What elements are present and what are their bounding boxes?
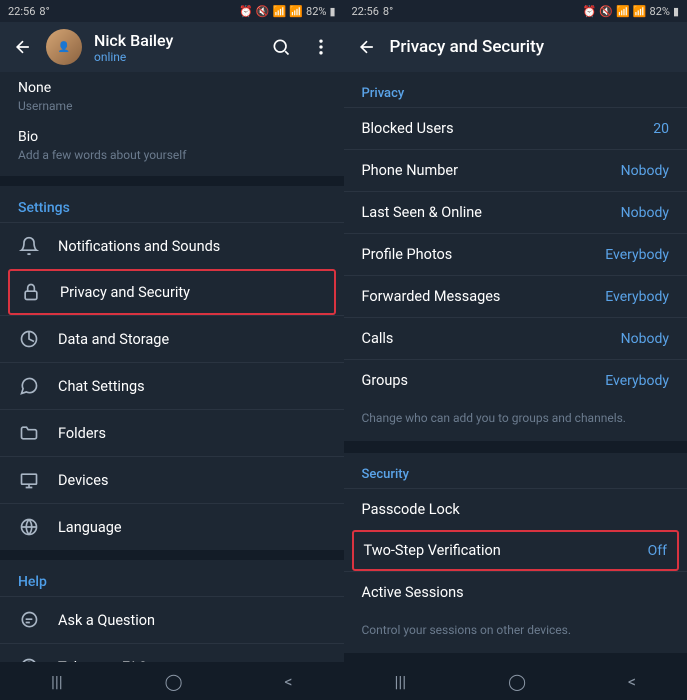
nav-back-icon[interactable]: < bbox=[628, 672, 636, 691]
back-icon[interactable] bbox=[12, 36, 34, 58]
help-item-ask[interactable]: Ask a Question bbox=[0, 596, 344, 643]
battery-icon: ▮ bbox=[329, 5, 335, 18]
section-help: Help bbox=[0, 560, 344, 596]
nav-bar: ||| ◯ < bbox=[0, 662, 344, 700]
battery-icon: ▮ bbox=[673, 5, 679, 18]
battery-pct: 82% bbox=[306, 5, 326, 18]
security-hint: Control your sessions on other devices. bbox=[344, 613, 687, 653]
settings-item-folders[interactable]: Folders bbox=[0, 409, 344, 456]
settings-item-notifications[interactable]: Notifications and Sounds bbox=[0, 222, 344, 269]
mute-icon: 🔇 bbox=[256, 5, 270, 18]
username-field[interactable]: None Username bbox=[0, 72, 344, 121]
signal-icon: 📶 bbox=[633, 5, 647, 18]
question-chat-icon bbox=[18, 609, 40, 631]
bio-field[interactable]: Bio Add a few words about yourself bbox=[0, 121, 344, 176]
nav-bar: ||| ◯ < bbox=[344, 662, 687, 700]
page-title: Privacy and Security bbox=[390, 37, 676, 57]
status-time: 22:56 bbox=[352, 5, 379, 18]
folder-icon bbox=[18, 422, 40, 444]
divider bbox=[0, 550, 344, 560]
divider bbox=[344, 653, 687, 662]
section-privacy: Privacy bbox=[344, 72, 687, 107]
alarm-icon: ⏰ bbox=[239, 5, 253, 18]
privacy-phone-number[interactable]: Phone NumberNobody bbox=[344, 149, 687, 191]
section-security: Security bbox=[344, 453, 687, 488]
chat-icon bbox=[18, 375, 40, 397]
status-time: 22:56 bbox=[8, 5, 35, 18]
status-bar: 22:56 8° ⏰ 🔇 📶 📶 82% ▮ bbox=[0, 0, 344, 22]
lock-icon bbox=[20, 281, 42, 303]
more-icon[interactable] bbox=[310, 36, 332, 58]
nav-recent-icon[interactable]: ||| bbox=[51, 672, 63, 691]
profile-status: online bbox=[94, 50, 258, 64]
nav-recent-icon[interactable]: ||| bbox=[394, 672, 406, 691]
signal-icon: 📶 bbox=[289, 5, 303, 18]
security-two-step[interactable]: Two-Step VerificationOff bbox=[352, 530, 680, 571]
avatar[interactable]: 👤 bbox=[46, 29, 82, 65]
privacy-forwarded[interactable]: Forwarded MessagesEverybody bbox=[344, 275, 687, 317]
battery-pct: 82% bbox=[650, 5, 670, 18]
data-icon bbox=[18, 328, 40, 350]
settings-item-devices[interactable]: Devices bbox=[0, 456, 344, 503]
privacy-blocked-users[interactable]: Blocked Users20 bbox=[344, 107, 687, 149]
privacy-profile-photos[interactable]: Profile PhotosEverybody bbox=[344, 233, 687, 275]
status-temp: 8° bbox=[39, 5, 49, 18]
wifi-icon: 📶 bbox=[273, 5, 287, 18]
profile-name: Nick Bailey bbox=[94, 31, 258, 50]
back-icon[interactable] bbox=[356, 36, 378, 58]
mute-icon: 🔇 bbox=[599, 5, 613, 18]
nav-back-icon[interactable]: < bbox=[284, 672, 292, 691]
privacy-hint: Change who can add you to groups and cha… bbox=[344, 401, 687, 441]
nav-home-icon[interactable]: ◯ bbox=[508, 672, 526, 691]
nav-home-icon[interactable]: ◯ bbox=[165, 672, 183, 691]
profile-header: 👤 Nick Bailey online bbox=[0, 22, 344, 72]
bell-icon bbox=[18, 235, 40, 257]
settings-item-data[interactable]: Data and Storage bbox=[0, 315, 344, 362]
security-active-sessions[interactable]: Active Sessions bbox=[344, 571, 687, 613]
alarm-icon: ⏰ bbox=[583, 5, 597, 18]
settings-item-privacy[interactable]: Privacy and Security bbox=[8, 269, 336, 315]
wifi-icon: 📶 bbox=[616, 5, 630, 18]
privacy-groups[interactable]: GroupsEverybody bbox=[344, 359, 687, 401]
privacy-calls[interactable]: CallsNobody bbox=[344, 317, 687, 359]
privacy-last-seen[interactable]: Last Seen & OnlineNobody bbox=[344, 191, 687, 233]
divider bbox=[0, 176, 344, 186]
status-temp: 8° bbox=[383, 5, 393, 18]
settings-item-chat[interactable]: Chat Settings bbox=[0, 362, 344, 409]
globe-icon bbox=[18, 516, 40, 538]
section-settings: Settings bbox=[0, 186, 344, 222]
page-header: Privacy and Security bbox=[344, 22, 687, 72]
help-item-faq[interactable]: Telegram FAQ bbox=[0, 643, 344, 662]
security-passcode[interactable]: Passcode Lock bbox=[344, 488, 687, 530]
devices-icon bbox=[18, 469, 40, 491]
settings-item-language[interactable]: Language bbox=[0, 503, 344, 550]
status-bar: 22:56 8° ⏰ 🔇 📶 📶 82% ▮ bbox=[344, 0, 687, 22]
divider bbox=[344, 441, 687, 453]
search-icon[interactable] bbox=[270, 36, 292, 58]
